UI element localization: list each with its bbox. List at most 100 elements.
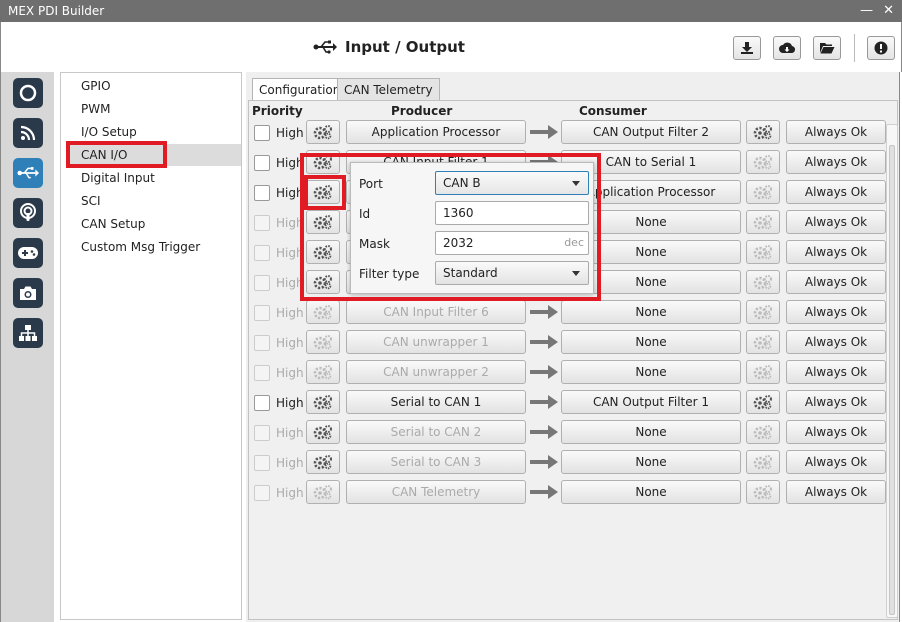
status-button[interactable]: Always Ok	[786, 360, 886, 384]
priority-checkbox[interactable]	[254, 485, 270, 501]
status-button[interactable]: Always Ok	[786, 270, 886, 294]
consumer-settings-button[interactable]	[746, 300, 780, 324]
nav-item-sci[interactable]: SCI	[81, 190, 101, 212]
download-button[interactable]	[733, 36, 761, 60]
window-titlebar: MEX PDI Builder — ✕	[0, 0, 902, 22]
consumer-settings-button[interactable]	[746, 450, 780, 474]
sidebar-camera-button[interactable]	[13, 278, 43, 308]
tab-can-telemetry[interactable]: CAN Telemetry	[337, 78, 440, 102]
priority-checkbox[interactable]	[254, 245, 270, 261]
producer-settings-button[interactable]	[306, 360, 340, 384]
consumer-button[interactable]: None	[561, 360, 741, 384]
status-button[interactable]: Always Ok	[786, 180, 886, 204]
gears-icon	[313, 484, 333, 500]
sidebar-gamepad-button[interactable]	[13, 238, 43, 268]
page-title: Input / Output	[345, 38, 465, 56]
producer-button[interactable]: Serial to CAN 2	[346, 420, 526, 444]
producer-button[interactable]: CAN Input Filter 6	[346, 300, 526, 324]
status-button[interactable]: Always Ok	[786, 210, 886, 234]
consumer-button[interactable]: CAN Output Filter 1	[561, 390, 741, 414]
consumer-settings-button[interactable]	[746, 330, 780, 354]
consumer-button[interactable]: None	[561, 480, 741, 504]
consumer-settings-button[interactable]	[746, 480, 780, 504]
priority-high-label: High	[276, 456, 304, 470]
priority-checkbox[interactable]	[254, 335, 270, 351]
priority-checkbox[interactable]	[254, 125, 270, 141]
producer-settings-button[interactable]	[306, 120, 340, 144]
producer-settings-button[interactable]	[306, 330, 340, 354]
consumer-button[interactable]: None	[561, 300, 741, 324]
priority-checkbox[interactable]	[254, 425, 270, 441]
priority-checkbox[interactable]	[254, 185, 270, 201]
consumer-button[interactable]: None	[561, 420, 741, 444]
consumer-settings-button[interactable]	[746, 360, 780, 384]
column-header-consumer: Consumer	[579, 104, 647, 118]
producer-settings-button[interactable]	[306, 480, 340, 504]
priority-checkbox[interactable]	[254, 455, 270, 471]
producer-settings-button[interactable]	[306, 300, 340, 324]
priority-checkbox[interactable]	[254, 215, 270, 231]
status-button[interactable]: Always Ok	[786, 240, 886, 264]
sidebar-io-button[interactable]	[13, 158, 43, 188]
priority-high-label: High	[276, 366, 304, 380]
cloud-download-button[interactable]	[773, 36, 801, 60]
nav-item-gpio[interactable]: GPIO	[81, 75, 111, 97]
open-folder-button[interactable]	[813, 36, 841, 60]
consumer-settings-button[interactable]	[746, 420, 780, 444]
nav-item-pwm[interactable]: PWM	[81, 98, 110, 120]
producer-button[interactable]: Serial to CAN 3	[346, 450, 526, 474]
consumer-button[interactable]: None	[561, 450, 741, 474]
sidebar-rss-button[interactable]	[13, 118, 43, 148]
close-icon[interactable]: ✕	[883, 0, 894, 22]
consumer-settings-button[interactable]	[746, 210, 780, 234]
consumer-settings-button[interactable]	[746, 390, 780, 414]
status-button[interactable]: Always Ok	[786, 480, 886, 504]
producer-button[interactable]: CAN unwrapper 1	[346, 330, 526, 354]
download-icon	[741, 42, 753, 54]
priority-checkbox[interactable]	[254, 275, 270, 291]
status-button[interactable]: Always Ok	[786, 450, 886, 474]
consumer-settings-button[interactable]	[746, 240, 780, 264]
info-button[interactable]	[867, 36, 895, 60]
consumer-button[interactable]: CAN Output Filter 2	[561, 120, 741, 144]
producer-settings-button[interactable]	[306, 420, 340, 444]
priority-checkbox[interactable]	[254, 395, 270, 411]
arrow-right-icon	[530, 485, 558, 499]
producer-button[interactable]: CAN unwrapper 2	[346, 360, 526, 384]
producer-settings-button[interactable]	[306, 450, 340, 474]
scrollbar-thumb[interactable]	[889, 145, 895, 615]
sidebar-power-button[interactable]	[13, 78, 43, 108]
gears-icon	[753, 124, 773, 140]
producer-button[interactable]: Application Processor	[346, 120, 526, 144]
priority-checkbox[interactable]	[254, 365, 270, 381]
priority-checkbox[interactable]	[254, 305, 270, 321]
priority-checkbox[interactable]	[254, 155, 270, 171]
tab-configuration[interactable]: Configuration	[252, 78, 348, 102]
producer-button[interactable]: CAN Telemetry	[346, 480, 526, 504]
producer-button[interactable]: Serial to CAN 1	[346, 390, 526, 414]
nav-item-custom-msg-trigger[interactable]: Custom Msg Trigger	[81, 236, 200, 258]
sitemap-icon	[19, 325, 37, 341]
status-button[interactable]: Always Ok	[786, 150, 886, 174]
producer-settings-button[interactable]	[306, 390, 340, 414]
consumer-settings-button[interactable]	[746, 150, 780, 174]
gears-icon	[753, 394, 773, 410]
consumer-button[interactable]: None	[561, 330, 741, 354]
vertical-scrollbar[interactable]	[886, 124, 898, 618]
status-button[interactable]: Always Ok	[786, 330, 886, 354]
nav-item-digital-input[interactable]: Digital Input	[81, 167, 155, 189]
column-header-priority: Priority	[252, 104, 303, 118]
consumer-settings-button[interactable]	[746, 270, 780, 294]
status-button[interactable]: Always Ok	[786, 420, 886, 444]
consumer-settings-button[interactable]	[746, 180, 780, 204]
nav-item-io-setup[interactable]: I/O Setup	[81, 121, 137, 143]
sidebar-sitemap-button[interactable]	[13, 318, 43, 348]
status-button[interactable]: Always Ok	[786, 390, 886, 414]
nav-item-can-setup[interactable]: CAN Setup	[81, 213, 145, 235]
status-button[interactable]: Always Ok	[786, 120, 886, 144]
minimize-icon[interactable]: —	[860, 0, 873, 22]
gears-icon	[753, 454, 773, 470]
consumer-settings-button[interactable]	[746, 120, 780, 144]
status-button[interactable]: Always Ok	[786, 300, 886, 324]
sidebar-podcast-button[interactable]	[13, 198, 43, 228]
